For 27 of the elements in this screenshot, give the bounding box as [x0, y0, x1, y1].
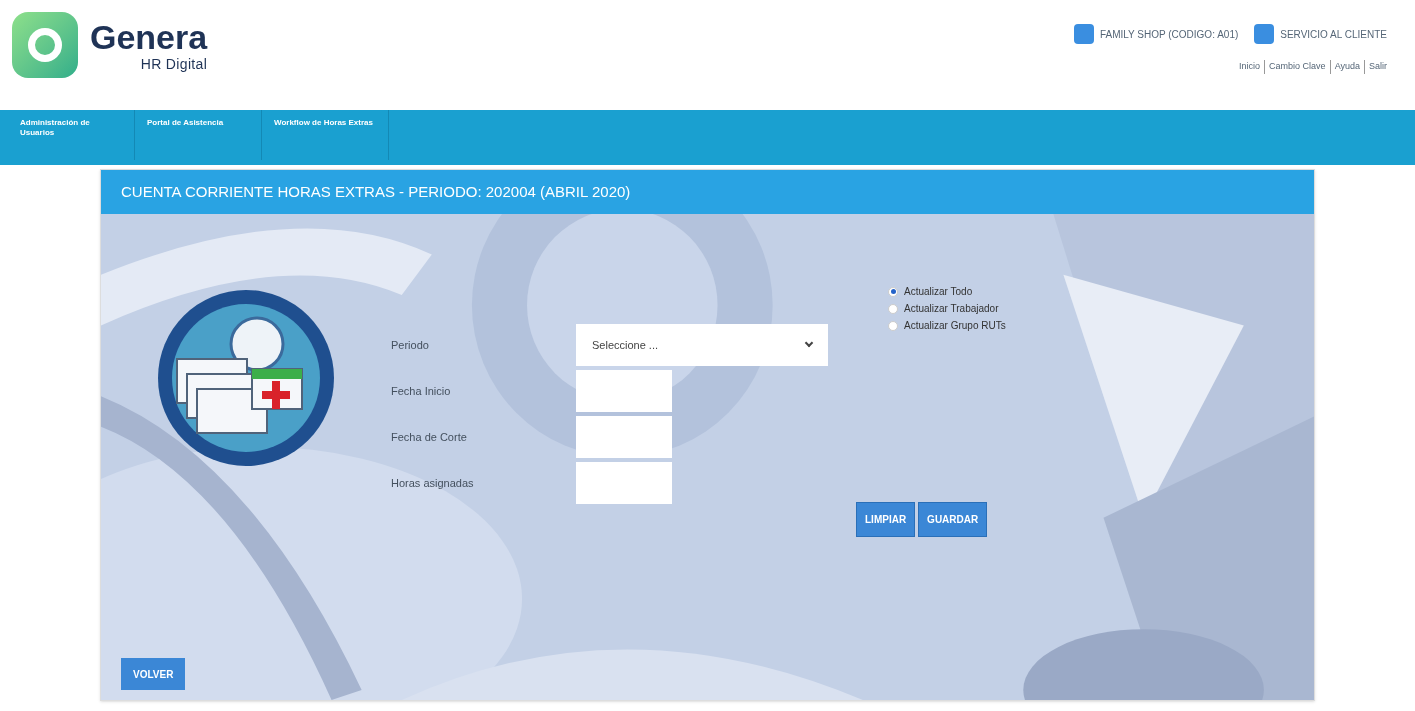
panel-title: CUENTA CORRIENTE HORAS EXTRAS - PERIODO: 202004 (ABRIL 2020): [121, 181, 631, 202]
radio-label: Actualizar Grupo RUTs: [904, 319, 1006, 333]
radio-button[interactable]: [888, 303, 898, 314]
field-label: Fecha Inicio: [391, 383, 452, 399]
field-label: Periodo: [391, 337, 430, 353]
logo-name: Genera: [90, 20, 208, 54]
header-link[interactable]: SERVICIO AL CLIENTE: [1254, 24, 1387, 44]
logo-tagline: HR Digital: [140, 55, 208, 74]
radio-label: Actualizar Trabajador: [904, 302, 999, 316]
user-link[interactable]: Ayuda: [1329, 60, 1360, 74]
back-button[interactable]: VOLVER: [121, 658, 186, 690]
header-link[interactable]: FAMILY SHOP (CODIGO: A01): [1073, 24, 1239, 44]
radio-button[interactable]: [888, 320, 898, 331]
logo-icon: [12, 12, 78, 78]
period-select[interactable]: Seleccione ...: [576, 324, 828, 366]
input-field[interactable]: [576, 416, 672, 458]
user-link[interactable]: Salir: [1364, 60, 1387, 74]
radio-label: Actualizar Todo: [904, 285, 973, 299]
action-button[interactable]: LIMPIAR: [856, 502, 916, 537]
action-button[interactable]: GUARDAR: [918, 502, 988, 537]
input-field[interactable]: [576, 370, 672, 412]
field-label: Fecha de Corte: [391, 429, 468, 445]
user-link[interactable]: Cambio Clave: [1264, 60, 1326, 74]
input-field[interactable]: [576, 462, 672, 504]
radio-button[interactable]: [888, 286, 898, 297]
field-label: Horas asignadas: [391, 475, 475, 491]
user-link[interactable]: Inicio: [1239, 60, 1261, 74]
